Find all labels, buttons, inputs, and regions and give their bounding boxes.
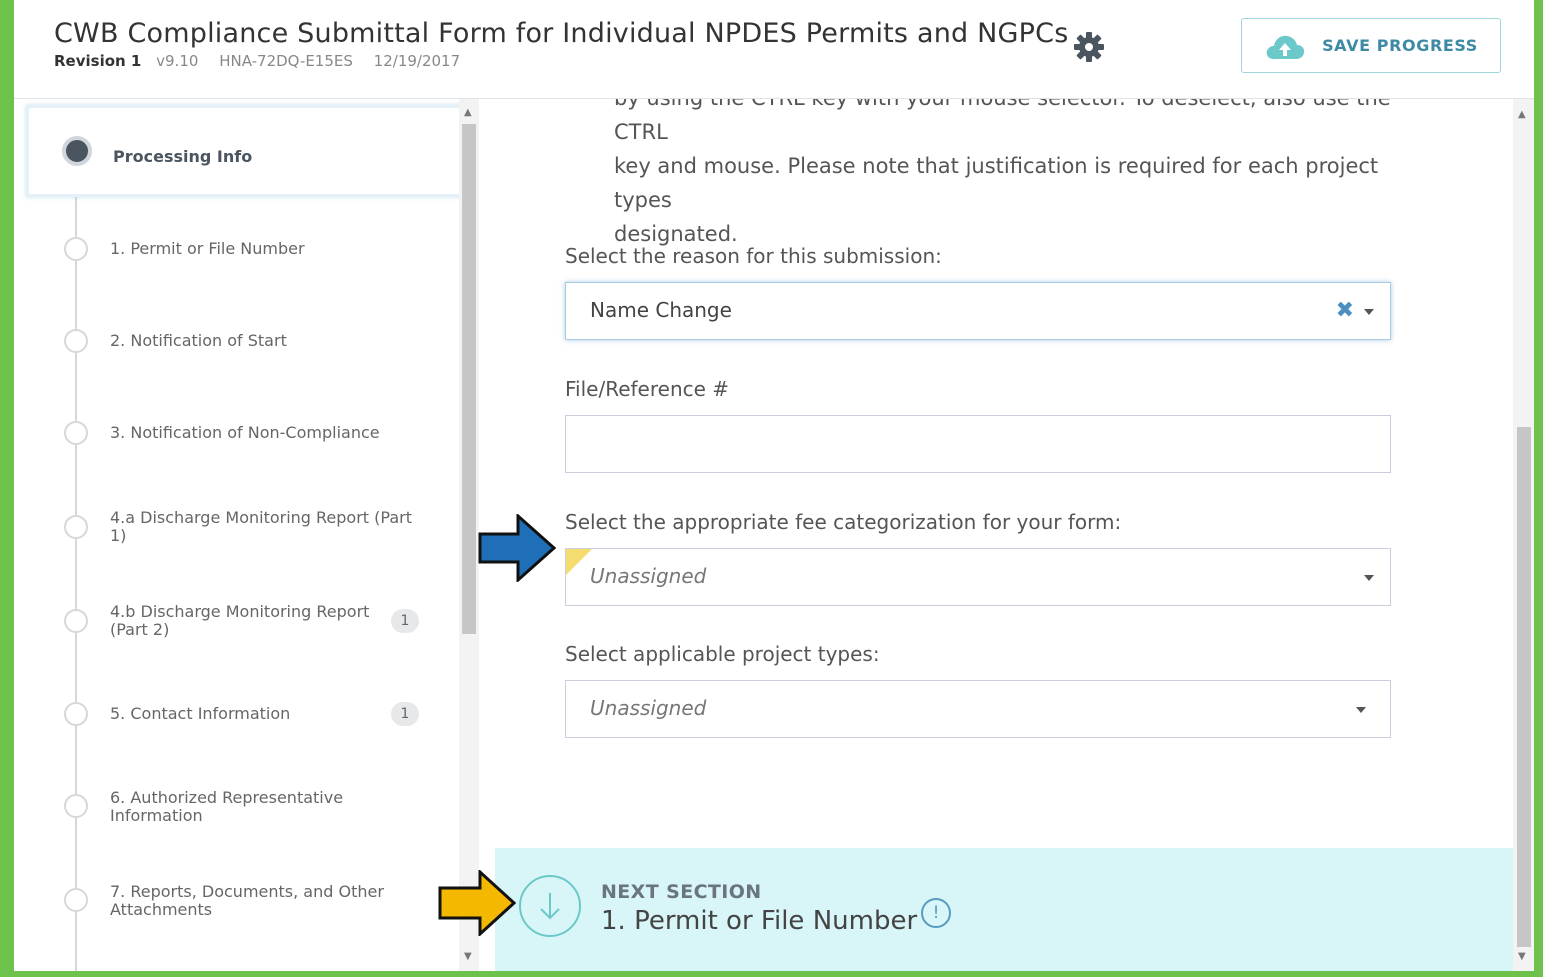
project-types-label: Select applicable project types: — [565, 642, 880, 666]
date-label: 12/19/2017 — [373, 52, 461, 70]
save-progress-button[interactable]: SAVE PROGRESS — [1241, 18, 1501, 73]
info-icon[interactable]: ! — [921, 898, 951, 928]
intro-line: key and mouse. Please note that justific… — [614, 154, 1379, 212]
step-dot-icon — [64, 888, 88, 912]
step-dot-icon — [64, 329, 88, 353]
count-badge: 1 — [391, 702, 419, 726]
yellow-callout-arrow-icon — [438, 870, 516, 936]
sidebar-item-processing-info[interactable]: Processing Info — [26, 105, 463, 197]
fee-category-label: Select the appropriate fee categorizatio… — [565, 510, 1122, 534]
next-section-bar[interactable]: NEXT SECTION 1. Permit or File Number ! — [495, 848, 1513, 971]
blue-callout-arrow-icon — [478, 514, 556, 582]
sidebar-item-label: 3. Notification of Non-Compliance — [110, 423, 380, 442]
chevron-down-icon[interactable] — [1364, 575, 1374, 581]
fee-category-select[interactable]: Unassigned — [565, 548, 1391, 606]
intro-text: by using the CTRL key with your mouse se… — [614, 99, 1434, 251]
project-types-select[interactable]: Unassigned — [565, 680, 1391, 738]
reason-value: Name Change — [590, 298, 732, 322]
sidebar-item-label: 4.a Discharge Monitoring Report (Part 1) — [110, 508, 412, 545]
save-progress-label: SAVE PROGRESS — [1322, 36, 1478, 55]
sidebar-item-label: Processing Info — [113, 147, 253, 166]
scroll-up-icon[interactable]: ▲ — [1518, 109, 1526, 120]
main-scroll-thumb[interactable] — [1517, 427, 1531, 947]
intro-line: by using the CTRL key with your mouse se… — [614, 99, 1391, 144]
scroll-up-icon[interactable]: ▲ — [464, 107, 472, 118]
sidebar-scrollbar[interactable]: ▲ ▼ — [459, 99, 479, 971]
count-badge: 1 — [391, 609, 419, 633]
form-id-label: HNA-72DQ-E15ES — [219, 52, 353, 70]
next-section-kicker: NEXT SECTION — [601, 881, 762, 903]
chevron-down-icon[interactable] — [1364, 309, 1374, 315]
scroll-down-icon[interactable]: ▼ — [1518, 951, 1526, 962]
clear-icon[interactable]: ✖ — [1336, 298, 1354, 323]
sidebar-item-label: 4.b Discharge Monitoring Report (Part 2) — [110, 602, 370, 639]
main-scrollbar[interactable]: ▲ ▼ — [1513, 99, 1534, 971]
step-dot-icon — [64, 609, 88, 633]
sidebar-item-label: 5. Contact Information — [110, 704, 291, 723]
file-reference-label: File/Reference # — [565, 377, 730, 401]
sidebar-item-label: 6. Authorized Representative Information — [110, 788, 344, 825]
step-dot-icon — [64, 421, 88, 445]
cloud-upload-icon — [1266, 35, 1305, 59]
form-meta: Revision 1 v9.10 HNA-72DQ-E15ES 12/19/20… — [54, 52, 476, 70]
step-dot-icon — [64, 794, 88, 818]
step-dot-icon — [62, 136, 92, 166]
sidebar-item-contact-info[interactable]: 5. Contact Information 1 — [14, 668, 469, 760]
project-types-value: Unassigned — [590, 696, 707, 720]
chevron-down-icon[interactable] — [1356, 707, 1366, 713]
sidebar-item-dmr-part1[interactable]: 4.a Discharge Monitoring Report (Part 1) — [14, 481, 469, 573]
sidebar: Processing Info 1. Permit or File Number… — [14, 99, 469, 971]
sidebar-item-label: 7. Reports, Documents, and Other Attachm… — [110, 882, 384, 919]
step-dot-icon — [64, 237, 88, 261]
form-title: CWB Compliance Submittal Form for Indivi… — [54, 18, 1069, 49]
file-reference-input[interactable] — [565, 415, 1391, 473]
version-label: v9.10 — [156, 52, 199, 70]
reason-label: Select the reason for this submission: — [565, 244, 942, 268]
arrow-down-icon[interactable] — [519, 875, 581, 937]
sidebar-scroll-thumb[interactable] — [462, 124, 476, 634]
sidebar-item-notification-start[interactable]: 2. Notification of Start — [14, 295, 469, 387]
sidebar-item-permit-file-number[interactable]: 1. Permit or File Number — [14, 203, 469, 295]
sidebar-item-reports-attachments[interactable]: 7. Reports, Documents, and Other Attachm… — [14, 854, 469, 946]
gear-icon[interactable] — [1072, 30, 1106, 64]
revision-label: Revision 1 — [54, 52, 142, 70]
sidebar-item-authorized-rep[interactable]: 6. Authorized Representative Information — [14, 760, 469, 852]
step-dot-icon — [64, 702, 88, 726]
header: CWB Compliance Submittal Form for Indivi… — [14, 0, 1534, 99]
main-content: by using the CTRL key with your mouse se… — [495, 99, 1513, 971]
scroll-down-icon[interactable]: ▼ — [464, 951, 472, 962]
sidebar-item-non-compliance[interactable]: 3. Notification of Non-Compliance — [14, 387, 469, 479]
sidebar-item-label: 1. Permit or File Number — [110, 239, 305, 258]
next-section-title[interactable]: 1. Permit or File Number — [601, 906, 917, 936]
reason-select[interactable]: Name Change ✖ — [565, 282, 1391, 340]
sidebar-item-dmr-part2[interactable]: 4.b Discharge Monitoring Report (Part 2)… — [14, 575, 469, 667]
required-flag-icon — [566, 549, 592, 575]
fee-category-value: Unassigned — [590, 564, 707, 588]
step-dot-icon — [64, 515, 88, 539]
sidebar-item-label: 2. Notification of Start — [110, 331, 287, 350]
